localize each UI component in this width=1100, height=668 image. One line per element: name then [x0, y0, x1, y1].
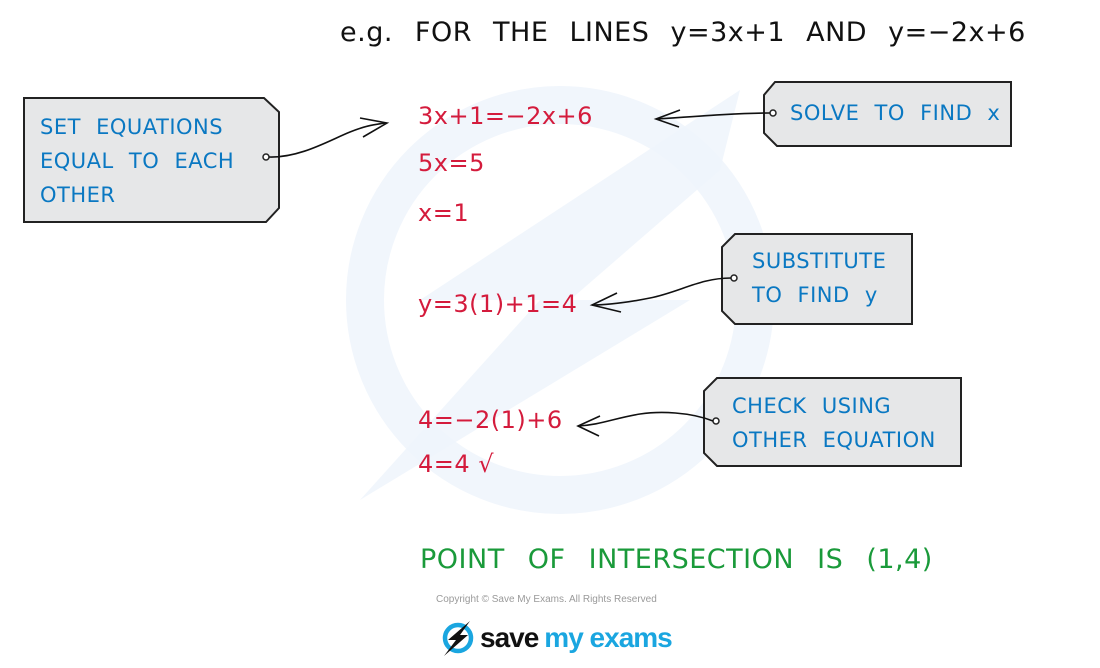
annotation-check-label: CHECK USING OTHER EQUATION [732, 389, 936, 457]
annotation-substitute-label: SUBSTITUTE TO FIND y [752, 244, 886, 312]
working-step-1: 3x+1=−2x+6 [418, 102, 593, 130]
annotation-line: SET EQUATIONS [40, 115, 224, 139]
annotation-line: TO FIND y [752, 283, 878, 307]
annotation-line: OTHER [40, 183, 116, 207]
brand-logo: save my exams [440, 618, 673, 658]
copyright-notice: Copyright © Save My Exams. All Rights Re… [436, 594, 657, 605]
example-prefix: e.g. [340, 17, 393, 48]
lightning-bolt-icon [442, 621, 474, 656]
annotation-line: SOLVE TO FIND x [790, 101, 1001, 125]
annotation-set-equal-label: SET EQUATIONS EQUAL TO EACH OTHER [40, 110, 234, 212]
logo-word-myexams: my exams [544, 622, 672, 653]
working-step-5: 4=−2(1)+6 [418, 406, 563, 434]
working-step-4: y=3(1)+1=4 [418, 290, 578, 318]
working-step-6: 4=4 √ [418, 450, 495, 478]
arrow-connector-1 [268, 122, 386, 158]
example-lines-text: FOR THE LINES y=3x+1 AND y=−2x+6 [414, 17, 1026, 48]
annotation-line: EQUAL TO EACH [40, 149, 235, 173]
annotation-line: CHECK USING [732, 394, 892, 418]
working-step-2: 5x=5 [418, 149, 485, 177]
annotation-line: OTHER EQUATION [732, 428, 936, 452]
annotation-line: SUBSTITUTE [752, 249, 887, 273]
working-step-3: x=1 [418, 199, 470, 227]
example-heading: e.g. FOR THE LINES y=3x+1 AND y=−2x+6 [340, 17, 1026, 48]
logo-word-save: save [480, 622, 539, 653]
annotation-solve-label: SOLVE TO FIND x [790, 96, 1000, 130]
conclusion-text: POINT OF INTERSECTION IS (1,4) [420, 544, 933, 575]
